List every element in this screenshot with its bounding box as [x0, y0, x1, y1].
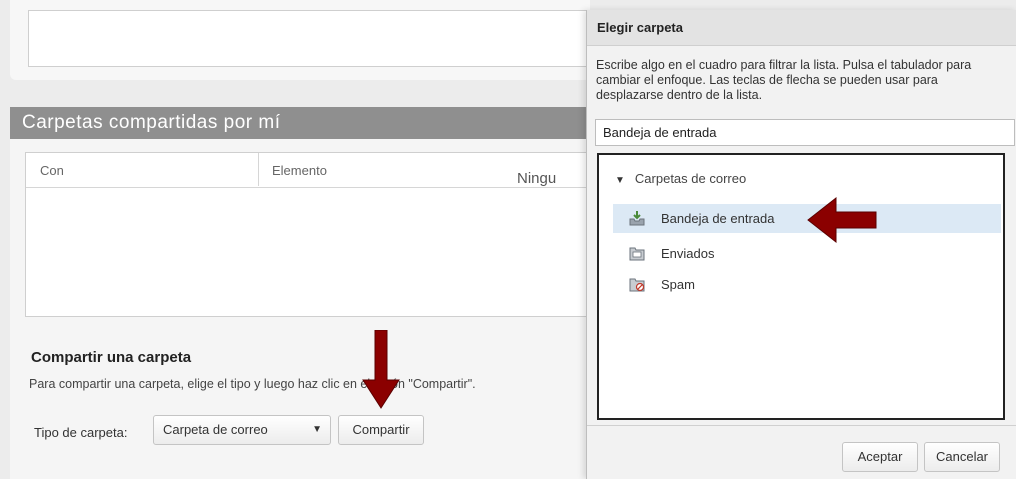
tree-item-label: Bandeja de entrada — [661, 211, 775, 226]
share-folder-description: Para compartir una carpeta, elige el tip… — [29, 377, 476, 391]
share-button[interactable]: Compartir — [338, 415, 424, 445]
folder-tree: ▼ Carpetas de correo Bandeja de entrada E… — [597, 153, 1005, 420]
share-folder-title: Compartir una carpeta — [31, 349, 192, 366]
column-header-elemento[interactable]: Elemento — [272, 163, 327, 178]
tree-item-spam[interactable]: Spam — [613, 270, 1001, 299]
dialog-footer-divider — [587, 425, 1016, 426]
column-header-con[interactable]: Con — [40, 163, 64, 178]
folder-type-value: Carpeta de correo — [163, 422, 268, 437]
choose-folder-dialog: Elegir carpeta Escribe algo en el cuadro… — [586, 10, 1016, 479]
folder-type-select[interactable]: Carpeta de correo ▼ — [153, 415, 331, 445]
column-divider — [258, 153, 259, 186]
dialog-title: Elegir carpeta — [587, 10, 1016, 46]
accept-button[interactable]: Aceptar — [842, 442, 918, 472]
folder-filter-input[interactable] — [595, 119, 1015, 146]
tree-item-label: Enviados — [661, 246, 715, 261]
tree-item-label: Spam — [661, 277, 695, 292]
folder-type-label: Tipo de carpeta: — [34, 425, 128, 440]
sent-folder-icon — [629, 247, 645, 261]
table-empty-message: Ningu — [517, 170, 557, 187]
chevron-down-icon: ▼ — [312, 424, 322, 435]
top-text-field[interactable] — [28, 10, 598, 67]
expand-triangle-icon[interactable]: ▼ — [615, 175, 625, 186]
cancel-button[interactable]: Cancelar — [924, 442, 1000, 472]
section-header: Carpetas compartidas por mí — [10, 107, 600, 139]
tree-node-label: Carpetas de correo — [634, 171, 747, 186]
annotation-arrow-left-icon — [807, 196, 877, 244]
annotation-arrow-down-icon — [362, 330, 400, 409]
inbox-icon — [629, 211, 645, 226]
dialog-help-text: Escribe algo en el cuadro para filtrar l… — [596, 58, 972, 102]
spam-folder-icon — [629, 278, 645, 292]
tree-node-mail-folders[interactable]: ▼ Carpetas de correo — [615, 171, 746, 186]
